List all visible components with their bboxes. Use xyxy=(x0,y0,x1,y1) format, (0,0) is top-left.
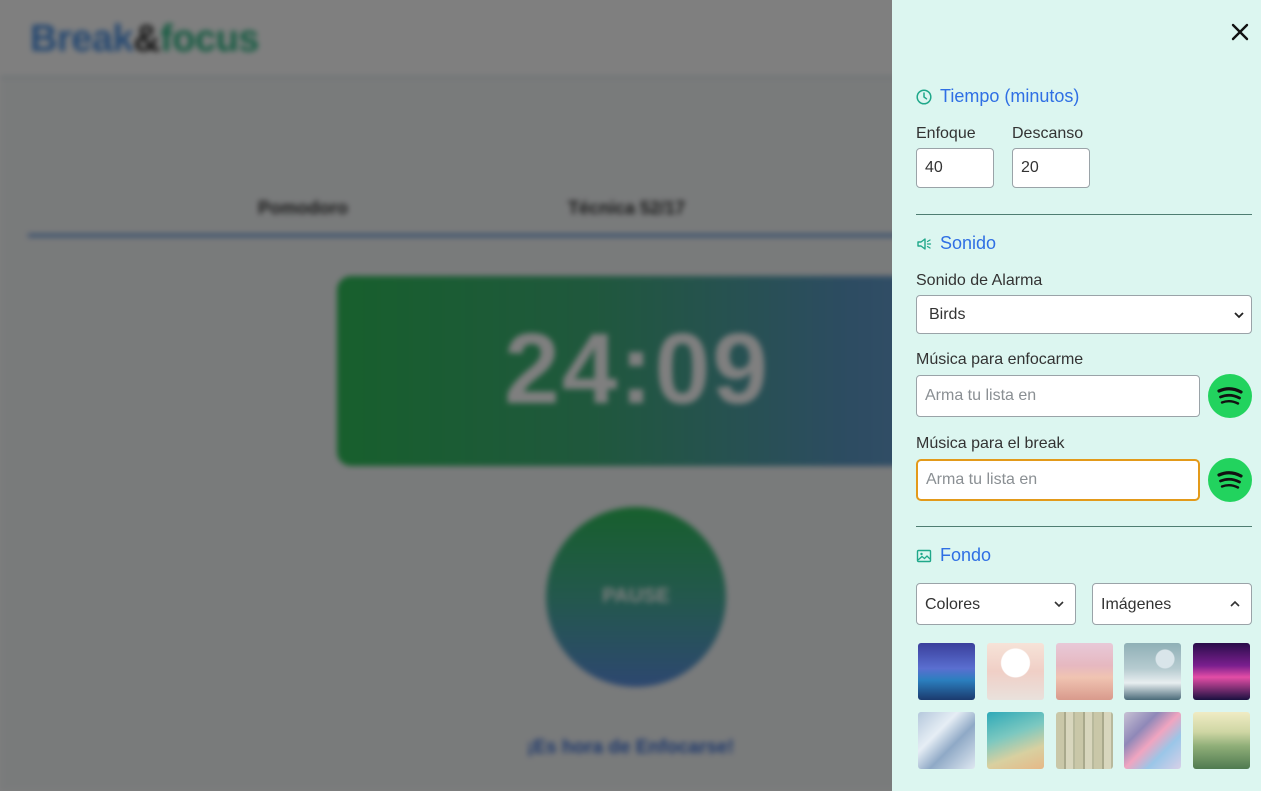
images-dropdown[interactable]: Imágenes xyxy=(1092,583,1252,625)
background-image-pink-flower-field[interactable] xyxy=(1056,643,1113,700)
clock-icon xyxy=(916,88,932,105)
time-section-label: Tiempo (minutos) xyxy=(940,86,1080,106)
section-divider xyxy=(916,526,1252,527)
alarm-sound-select[interactable]: Birds xyxy=(916,295,1252,334)
close-icon xyxy=(1231,23,1249,41)
colors-dropdown[interactable]: Colores xyxy=(916,583,1076,625)
background-image-night-lake-mountains[interactable] xyxy=(918,643,975,700)
background-section-title: Fondo xyxy=(916,545,991,566)
focus-minutes-input[interactable] xyxy=(916,148,994,188)
chevron-down-icon xyxy=(1054,601,1064,608)
background-image-neon-purple-mountains[interactable] xyxy=(1193,643,1250,700)
background-image-holographic-gradient[interactable] xyxy=(1124,712,1181,769)
sound-section-title: Sonido xyxy=(916,233,996,254)
background-image-frosted-ice-texture[interactable] xyxy=(918,712,975,769)
background-image-weathered-wood[interactable] xyxy=(1056,712,1113,769)
time-section-title: Tiempo (minutos) xyxy=(916,86,1079,107)
section-divider xyxy=(916,214,1252,215)
break-minutes-input[interactable] xyxy=(1012,148,1090,188)
speaker-icon xyxy=(917,237,932,250)
spotify-icon xyxy=(1217,387,1243,405)
break-minutes-label: Descanso xyxy=(1012,125,1084,142)
close-button[interactable] xyxy=(1228,20,1252,44)
images-dropdown-label: Imágenes xyxy=(1101,596,1172,613)
chevron-down-icon xyxy=(1234,312,1244,319)
spotify-icon xyxy=(1217,471,1243,489)
focus-music-input[interactable] xyxy=(916,375,1200,417)
colors-dropdown-label: Colores xyxy=(925,596,981,613)
sound-section-label: Sonido xyxy=(940,233,997,253)
break-music-label: Música para el break xyxy=(916,435,1065,452)
focus-music-label: Música para enfocarme xyxy=(916,351,1084,368)
chevron-up-icon xyxy=(1230,600,1240,607)
spotify-focus-button[interactable] xyxy=(1208,374,1252,418)
focus-minutes-label: Enfoque xyxy=(916,125,976,142)
alarm-sound-label: Sonido de Alarma xyxy=(916,272,1043,289)
spotify-break-button[interactable] xyxy=(1208,458,1252,502)
background-image-snowy-peaks-planet[interactable] xyxy=(1124,643,1181,700)
background-image-green-rolling-hills[interactable] xyxy=(1193,712,1250,769)
background-section-label: Fondo xyxy=(940,545,992,565)
break-music-input[interactable] xyxy=(916,459,1200,501)
alarm-sound-value: Birds xyxy=(929,306,966,323)
background-image-cherry-blossom-moon[interactable] xyxy=(987,643,1044,700)
image-icon xyxy=(916,549,932,562)
background-image-teal-geometric-gradient[interactable] xyxy=(987,712,1044,769)
